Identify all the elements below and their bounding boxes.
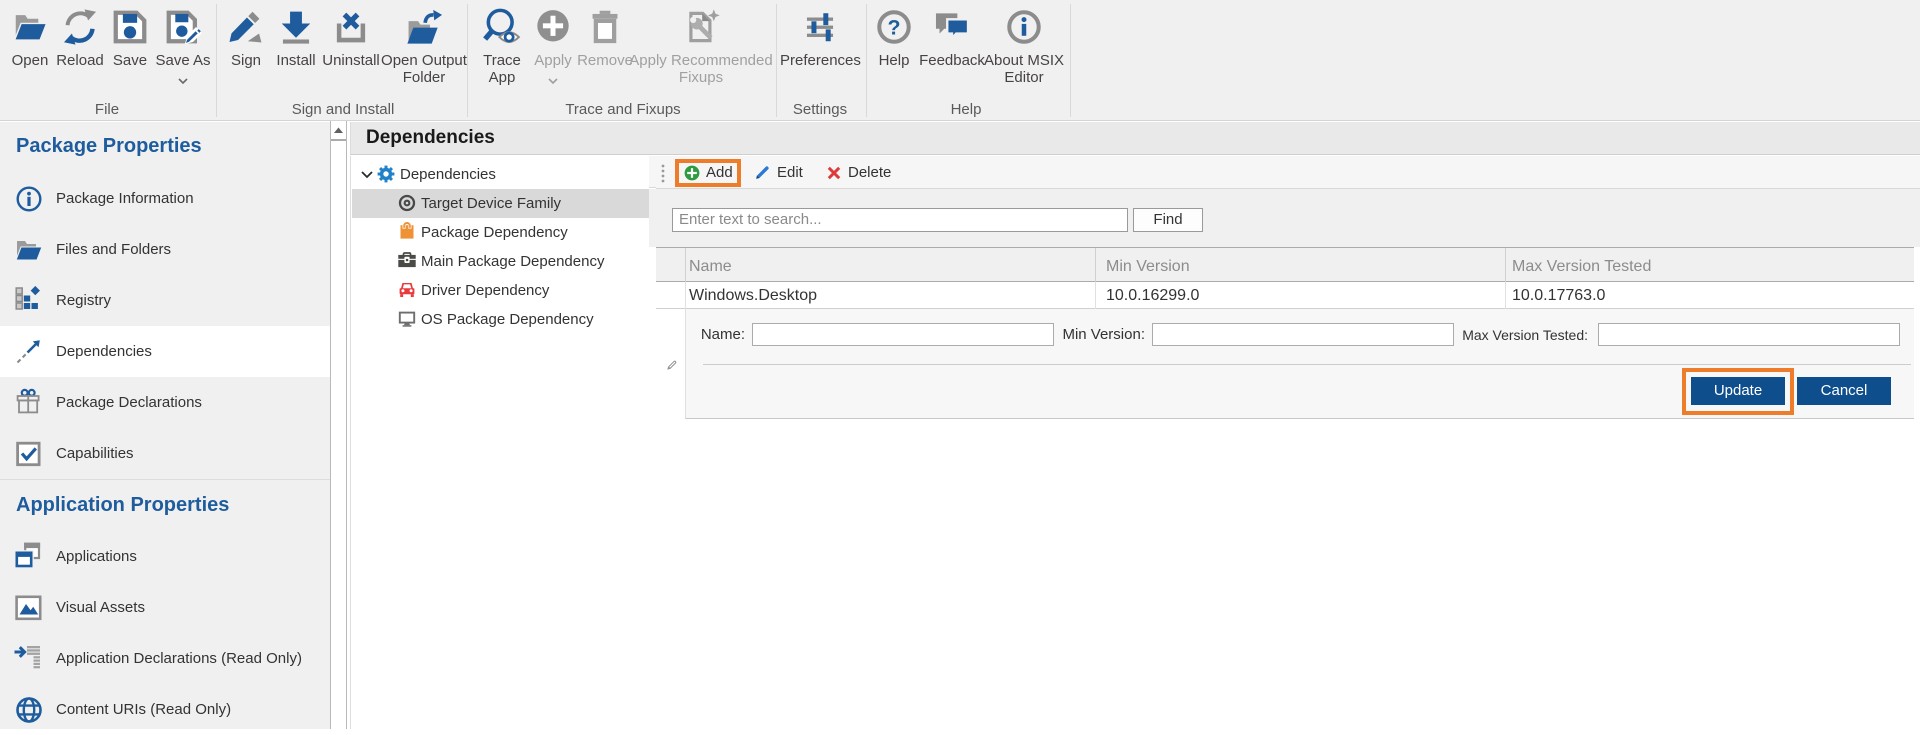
svg-text:?: ?: [887, 16, 900, 40]
